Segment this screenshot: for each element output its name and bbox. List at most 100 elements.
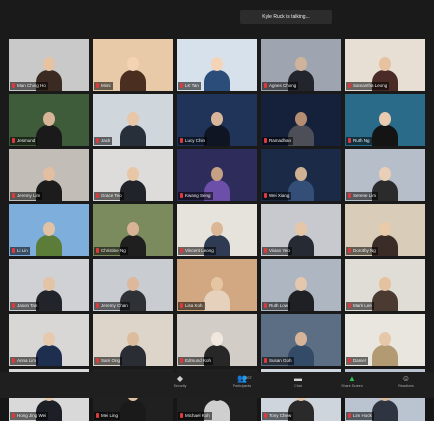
participant-name: Lim Hock [353,413,372,418]
participant-tile[interactable]: Edmund Koh [177,314,257,366]
participant-tile[interactable]: Jeremy Lim [9,149,89,201]
participant-namebar: Ruth Low [262,302,291,310]
muted-mic-icon [264,413,267,419]
participant-head [211,57,223,71]
participant-name: Lisa Koh [185,303,203,308]
participant-namebar: Hong Jing Wei [10,412,49,420]
participant-name: Kwang Seng [185,193,211,198]
participant-video [288,277,314,311]
participant-video [372,332,398,366]
chat-icon: ▬ [294,374,302,383]
participant-tile[interactable]: Serene Lim [345,149,425,201]
participant-tile[interactable]: Jeremy Chan [93,259,173,311]
participant-tile[interactable]: LK Tan [177,39,257,91]
participant-video [204,277,230,311]
participant-video [372,112,398,146]
meeting-toolbar: ◆ Security 👥 207 Participants ▬ Chat ▲ Share Scr… [0,372,434,398]
participant-body [372,290,398,311]
meeting-window: Kyle Ruck is talking... Man Ching Ho Mimi… [0,0,434,421]
participant-tile[interactable]: Jack [93,94,173,146]
participant-tile[interactable]: Ruth Ng [345,94,425,146]
participant-name: Susan Goh [269,358,292,363]
participant-head [127,57,139,71]
participant-body [120,180,146,201]
toolbar-button-share-screen[interactable]: ▲ Share Screen [338,375,366,395]
participant-namebar: Samantha Leong [346,82,390,90]
muted-mic-icon [12,303,15,309]
muted-mic-icon [264,193,267,199]
participant-tile[interactable]: Vincent Leong [177,204,257,256]
participant-tile[interactable]: Dorothy Ng [345,204,425,256]
muted-mic-icon [264,248,267,254]
participant-tile[interactable]: Grace Teo [93,149,173,201]
participant-head [379,222,391,236]
muted-mic-icon [348,303,351,309]
participant-tile[interactable]: Sam Ong [93,314,173,366]
participant-head [379,277,391,291]
participant-tile[interactable]: Susan Goh [261,314,341,366]
muted-mic-icon [180,138,183,144]
participant-tile[interactable]: Samantha Leong [345,39,425,91]
muted-mic-icon [96,358,99,364]
toolbar-button-chat[interactable]: ▬ Chat [284,375,312,395]
participant-namebar: Kwang Seng [178,192,213,200]
participant-namebar: Wei Xiang [262,192,292,200]
participant-body [120,70,146,91]
participant-namebar: Vincent Leong [178,247,216,255]
participant-name: Jeremy Chan [101,303,128,308]
muted-mic-icon [348,248,351,254]
participant-head [295,167,307,181]
toolbar-button-participants[interactable]: 👥 207 Participants [228,375,256,395]
participant-tile[interactable]: Ramadhan [261,94,341,146]
toolbar-button-security[interactable]: ◆ Security [166,375,194,395]
participant-tile[interactable]: Daniel [345,314,425,366]
participant-namebar: Jesmund [10,137,38,145]
participant-namebar: Jack [94,137,113,145]
participant-tile[interactable]: Lisa Koh [177,259,257,311]
participant-grid: Man Ching Ho Mimi LK Tan Agnes Chong Samanth… [9,39,429,421]
participant-tile[interactable]: Li Lin [9,204,89,256]
participant-tile[interactable]: Mark Lee [345,259,425,311]
toolbar-label: Chat [294,384,302,388]
participant-name: Hong Jing Wei [17,413,47,418]
participant-body [36,125,62,146]
muted-mic-icon [180,248,183,254]
muted-mic-icon [180,303,183,309]
participant-tile[interactable]: Lucy Chin [177,94,257,146]
toolbar-label: Security [173,384,187,388]
muted-mic-icon [180,358,183,364]
participant-head [43,222,55,236]
participant-namebar: Susan Goh [262,357,294,365]
participant-head [379,112,391,126]
participant-tile[interactable]: Anna Lim [9,314,89,366]
participant-body [288,180,314,201]
participant-name: Dorothy Ng [353,248,376,253]
participant-head [295,112,307,126]
participant-head [127,167,139,181]
participant-tile[interactable]: Christine Ng [93,204,173,256]
participant-body [36,290,62,311]
participant-head [127,332,139,346]
participant-name: Anna Lim [17,358,37,363]
muted-mic-icon [264,358,267,364]
toolbar-button-reactions[interactable]: ☺ Reactions [392,375,420,395]
participant-body [120,345,146,366]
participant-tile[interactable]: Wei Xiang [261,149,341,201]
participant-head [295,277,307,291]
participant-video [120,57,146,91]
participant-head [127,222,139,236]
participant-tile[interactable]: Kwang Seng [177,149,257,201]
participant-tile[interactable]: Vivian Yeo [261,204,341,256]
participant-name: Mei Ling [101,413,119,418]
participant-tile[interactable]: Jesmund [9,94,89,146]
participant-name: Tony Chew [269,413,292,418]
participant-tile[interactable]: Ruth Low [261,259,341,311]
participant-tile[interactable]: Jason Tan [9,259,89,311]
toolbar-label: Participants [232,384,252,388]
participant-tile[interactable]: Agnes Chong [261,39,341,91]
participant-namebar: Serene Lim [346,192,379,200]
participant-tile[interactable]: Man Ching Ho [9,39,89,91]
participant-name: Li Lin [17,248,28,253]
participant-namebar: Mark Lee [346,302,374,310]
participant-tile[interactable]: Mimi [93,39,173,91]
